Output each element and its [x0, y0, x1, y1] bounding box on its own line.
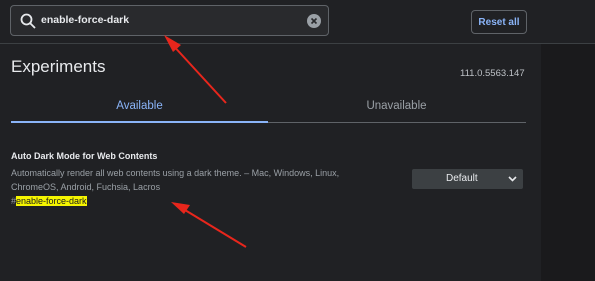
arrow-to-flag-icon	[171, 202, 247, 248]
annotation-arrows	[164, 35, 247, 248]
arrow-to-search-icon	[164, 35, 227, 104]
